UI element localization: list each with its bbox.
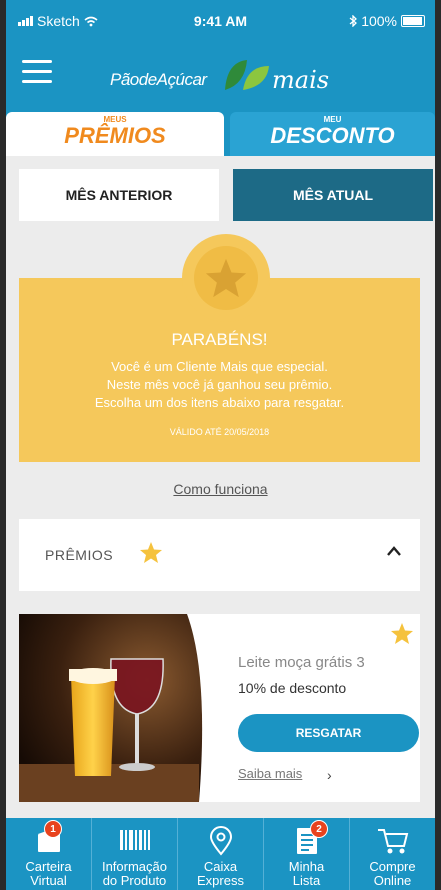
redeem-button[interactable]: RESGATAR <box>238 714 419 752</box>
nav-label-line2: do Produto <box>102 873 167 888</box>
current-month-button[interactable]: MÊS ATUAL <box>233 169 433 221</box>
location-pin-icon <box>209 826 232 856</box>
nav-label: Informação do Produto <box>92 860 177 888</box>
prize-card: Leite moça grátis 3 10% de desconto RESG… <box>19 614 420 802</box>
phone-screen: Sketch 9:41 AM 100% PãodeAçúcar mais MEU… <box>6 0 435 890</box>
leaf-logo-icon <box>225 60 269 90</box>
nav-label: Carteira Virtual <box>6 860 91 888</box>
nav-carteira-virtual[interactable]: 1 Carteira Virtual <box>6 818 92 890</box>
nav-label-line1: Minha <box>288 859 325 874</box>
previous-month-button[interactable]: MÊS ANTERIOR <box>19 169 219 221</box>
notification-badge: 1 <box>44 820 62 838</box>
reward-message: Você é um Cliente Mais que especial. Nes… <box>19 358 420 412</box>
how-it-works-link[interactable]: Como funciona <box>6 481 435 497</box>
battery-icon <box>401 15 425 27</box>
nav-caixa-express[interactable]: Caixa Express <box>178 818 264 890</box>
nav-minha-lista[interactable]: 2 Minha Lista <box>264 818 350 890</box>
barcode-icon <box>119 830 150 850</box>
chevron-up-icon <box>387 546 401 556</box>
nav-label-line2: Virtual <box>30 873 67 888</box>
bottom-navigation: 1 Carteira Virtual Informação do Produto C… <box>6 818 435 890</box>
brand-logo: PãodeAçúcar mais <box>106 54 346 98</box>
shopping-cart-icon <box>377 829 408 854</box>
reward-valid-until: VÁLIDO ATÉ 20/05/2018 <box>169 427 270 437</box>
brand-suffix: mais <box>272 66 330 94</box>
nav-label-line1: Compre <box>369 859 416 874</box>
reward-line-3: Escolha um dos itens abaixo para resgata… <box>94 395 345 410</box>
nav-label-line1: Informação <box>101 859 168 874</box>
nav-label-line2: Express <box>197 873 244 888</box>
brand-name: PãodeAçúcar <box>110 70 207 89</box>
tab-meus-premios[interactable]: MEUS PRÊMIOS <box>6 112 224 156</box>
status-right: 100% <box>349 13 425 29</box>
app-header: PãodeAçúcar mais <box>6 42 435 112</box>
star-icon <box>140 542 162 563</box>
reward-line-1: Você é um Cliente Mais que especial. <box>111 359 328 374</box>
chevron-right-icon: › <box>327 767 332 783</box>
nav-label: Compre Online <box>350 860 435 888</box>
nav-label-line2: Online <box>373 873 412 888</box>
tab-meu-desconto[interactable]: MEU DESCONTO <box>230 112 435 156</box>
prize-discount: 10% de desconto <box>238 680 347 696</box>
hamburger-menu-icon[interactable] <box>22 60 52 84</box>
prize-name: Leite moça grátis 3 <box>238 654 365 671</box>
accordion-label: PRÊMIOS <box>45 547 114 563</box>
nav-label-line2: Lista <box>292 873 321 888</box>
nav-label: Minha Lista <box>264 860 349 888</box>
nav-compre-online[interactable]: Compre Online <box>350 818 435 890</box>
bluetooth-icon <box>349 15 358 27</box>
status-bar: Sketch 9:41 AM 100% <box>6 0 435 42</box>
tab-bar: MEUS PRÊMIOS MEU DESCONTO <box>6 112 435 156</box>
prizes-accordion[interactable]: PRÊMIOS <box>19 519 420 591</box>
nav-label-line1: Carteira <box>25 859 72 874</box>
learn-more-link[interactable]: Saiba mais <box>238 766 302 781</box>
tab-premios-label: PRÊMIOS <box>64 123 166 148</box>
medal-badge <box>182 234 270 322</box>
reward-line-2: Neste mês você já ganhou seu prêmio. <box>106 377 333 392</box>
nav-informacao-produto[interactable]: Informação do Produto <box>92 818 178 890</box>
nav-label: Caixa Express <box>178 860 263 888</box>
reward-title: PARABÉNS! <box>171 330 268 349</box>
battery-percent: 100% <box>361 13 397 29</box>
tab-desconto-label: DESCONTO <box>270 123 395 148</box>
nav-label-line1: Caixa <box>203 859 238 874</box>
notification-badge: 2 <box>310 820 328 838</box>
star-icon <box>205 258 247 298</box>
prize-image <box>19 614 215 802</box>
favorite-star-icon[interactable] <box>390 622 414 645</box>
